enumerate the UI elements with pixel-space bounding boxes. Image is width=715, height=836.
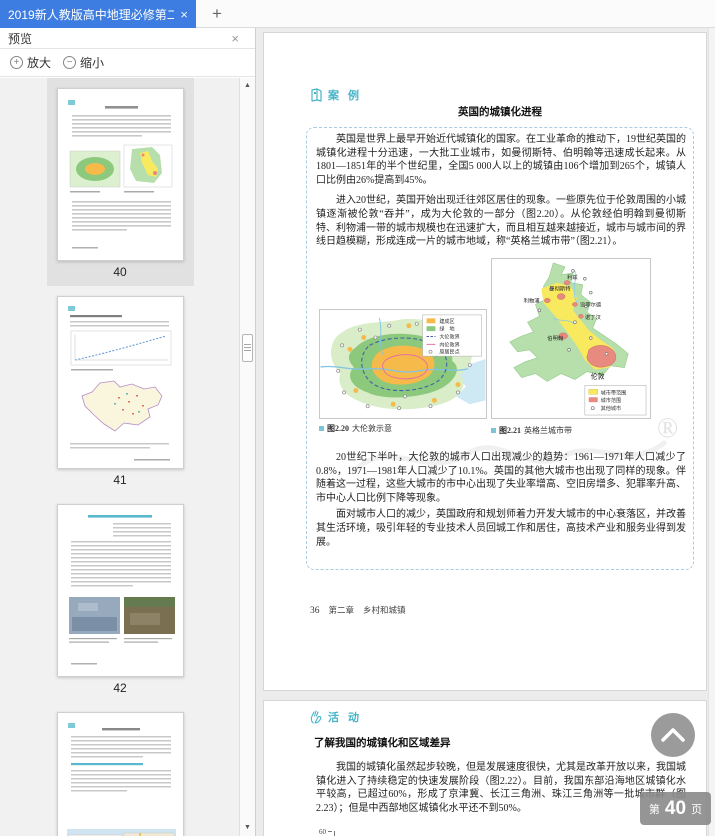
activity-icon <box>310 710 322 724</box>
map-england-belt-figure: 利兹 曼彻斯特 利物浦 设菲尔德 诺丁汉 伯明翰 伦敦 城市带范围 城市范围 其… <box>492 259 650 418</box>
footer-page-number: 36 <box>310 606 320 616</box>
case-title: 英国的城镇化进程 <box>458 107 542 118</box>
svg-text:建成区: 建成区 <box>439 318 454 325</box>
activity-label: 活 动 <box>328 712 363 724</box>
screen: { "browser": { "tab_title": "2019新人教版高中地… <box>0 0 715 836</box>
axis-line <box>334 831 335 836</box>
scrollbar-handle[interactable] <box>242 334 253 362</box>
document-scrollbar[interactable] <box>708 28 715 836</box>
zoom-in-button[interactable]: + 放大 <box>10 54 51 71</box>
thumbnail-art-41 <box>67 306 171 461</box>
preview-toolbar: + 放大 − 缩小 <box>0 49 255 77</box>
preview-close-icon[interactable]: × <box>231 31 247 46</box>
map-england-belt: 利兹 曼彻斯特 利物浦 设菲尔德 诺丁汉 伯明翰 伦敦 城市带范围 城市范围 其… <box>491 258 651 419</box>
preview-title: 预览 <box>8 31 33 46</box>
document-viewport[interactable]: 案 例 英国的城镇化进程 英国是世界上最早开始近代城镇化的国家。在工业革命的推动… <box>256 28 715 836</box>
thumbnail-image-40 <box>56 88 184 261</box>
thumbnail-page-number: 40 <box>113 265 127 279</box>
axis-tick-mark <box>328 831 332 832</box>
paragraph: 英国是世界上最早开始近代城镇化的国家。在工业革命的推动下，19世纪英国的城镇化进… <box>316 134 686 186</box>
thumbnail-page-number: 41 <box>113 473 127 487</box>
svg-text:内伦敦界: 内伦敦界 <box>439 341 459 348</box>
scrollbar-grip <box>244 344 251 345</box>
thumbnail-page-number: 42 <box>113 681 127 695</box>
thumbnail-scrollbar[interactable]: ▲ ▼ <box>239 78 255 836</box>
svg-text:原居民点: 原居民点 <box>439 350 459 356</box>
footer-section: 乡村和城镇 <box>363 605 406 615</box>
new-tab-button[interactable]: + <box>206 3 228 25</box>
thumbnail-image-42 <box>56 504 184 677</box>
thumbnail-page-43[interactable] <box>47 702 194 836</box>
paragraph: 20世纪下半叶，大伦敦的城市人口出现减少的趋势：1961—1971年人口减少了0… <box>316 452 686 504</box>
zoom-out-icon: − <box>63 56 77 69</box>
page-indicator-prefix: 第 <box>648 803 660 816</box>
svg-text:曼彻斯特: 曼彻斯特 <box>549 285 571 293</box>
caption-square-icon <box>319 426 324 431</box>
scrollbar-down-arrow-icon[interactable]: ▼ <box>240 821 255 835</box>
svg-text:诺丁汉: 诺丁汉 <box>585 313 602 321</box>
thumbnail-image-41 <box>56 296 184 469</box>
svg-text:设菲尔德: 设菲尔德 <box>580 300 602 308</box>
app-window: 预览 × + 放大 − 缩小 40 41 42 ▲ ▼ 案 例 英国的城镇化进程… <box>0 28 715 836</box>
svg-text:大伦敦界: 大伦敦界 <box>439 333 459 340</box>
case-header: 案 例 <box>309 87 362 103</box>
svg-text:伦敦: 伦敦 <box>591 371 605 380</box>
case-paragraphs-top: 英国是世界上最早开始近代城镇化的国家。在工业革命的推动下，19世纪英国的城镇化进… <box>316 133 686 249</box>
paragraph: 进入20世纪，英国开始出现迁往郊区居住的现象。一些原先位于伦敦周围的小城镇逐渐被… <box>316 195 686 248</box>
svg-text:伯明翰: 伯明翰 <box>547 334 564 342</box>
svg-text:其他城市: 其他城市 <box>601 404 622 412</box>
thumbnail-image-43 <box>56 712 184 836</box>
back-to-top-button[interactable] <box>651 713 695 757</box>
chart-axis-start: 60 <box>319 825 335 836</box>
zoom-out-button[interactable]: − 缩小 <box>63 54 104 71</box>
case-icon <box>311 88 322 102</box>
case-paragraphs-bottom: 20世纪下半叶，大伦敦的城市人口出现减少的趋势：1961—1971年人口减少了0… <box>316 451 686 549</box>
chevron-up-icon <box>661 728 685 742</box>
browser-tab-bar: 2019新人教版高中地理必修第二 × + <box>0 0 715 28</box>
thumbnail-art-40 <box>67 100 172 249</box>
page-footer: 36 第二章 乡村和城镇 <box>310 604 406 616</box>
thumbnail-page-41[interactable]: 41 <box>47 286 194 494</box>
preview-panel: 预览 × + 放大 − 缩小 40 41 42 ▲ ▼ <box>0 28 256 836</box>
page-indicator-suffix: 页 <box>691 803 703 816</box>
svg-text:绿 地: 绿 地 <box>439 326 454 333</box>
page-indicator-number: 40 <box>664 797 687 819</box>
map-london-legend: 建成区 绿 地 大伦敦界 内伦敦界 原居民点 <box>422 314 482 357</box>
paragraph: 我国的城镇化虽然起步较晚，但是发展速度很快，尤其是改革开放以来，我国城镇化进入了… <box>316 762 686 814</box>
zoom-out-label: 缩小 <box>80 56 105 70</box>
page-indicator-badge: 第 40 页 <box>640 792 711 825</box>
scrollbar-up-arrow-icon[interactable]: ▲ <box>240 79 255 93</box>
preview-header: 预览 × <box>0 28 255 49</box>
svg-text:利物浦: 利物浦 <box>524 296 541 304</box>
svg-text:城市范围: 城市范围 <box>601 396 622 404</box>
footer-chapter: 第二章 <box>328 605 355 615</box>
svg-text:利兹: 利兹 <box>567 273 578 281</box>
watermark-registered-icon: ® <box>657 413 679 444</box>
zoom-in-icon: + <box>10 56 23 69</box>
document-page-36: 案 例 英国的城镇化进程 英国是世界上最早开始近代城镇化的国家。在工业革命的推动… <box>263 32 707 691</box>
thumbnail-art-43 <box>66 723 176 836</box>
thumbnail-list: 40 41 42 <box>0 78 240 836</box>
thumbnail-page-40[interactable]: 40 <box>46 78 194 286</box>
map-england-legend: 城市带范围 城市范围 其他城市 <box>584 385 647 416</box>
thumbnail-art-42 <box>68 515 175 665</box>
activity-heading: 了解我国的城镇化和区域差异 <box>314 738 451 749</box>
tab-title: 2019新人教版高中地理必修第二 <box>8 7 175 22</box>
map-greater-london-figure: 建成区 绿 地 大伦敦界 内伦敦界 原居民点 <box>320 310 486 418</box>
tab-close-icon[interactable]: × <box>180 7 188 22</box>
activity-paragraphs: 我国的城镇化虽然起步较晚，但是发展速度很快，尤其是改革开放以来，我国城镇化进入了… <box>316 761 686 815</box>
axis-tick-label: 60 <box>319 827 326 836</box>
activity-header: 活 动 <box>309 709 362 725</box>
map-greater-london: 建成区 绿 地 大伦敦界 内伦敦界 原居民点 <box>319 309 487 419</box>
thumbnail-page-42[interactable]: 42 <box>47 494 194 702</box>
svg-text:城市带范围: 城市带范围 <box>601 388 627 396</box>
zoom-in-label: 放大 <box>27 56 52 70</box>
browser-tab[interactable]: 2019新人教版高中地理必修第二 × <box>0 0 196 28</box>
case-label: 案 例 <box>328 90 363 102</box>
paragraph: 面对城市人口的减少，英国政府和规划师着力开发大城市的中心衰落区，并改善其生活环境… <box>316 509 686 548</box>
